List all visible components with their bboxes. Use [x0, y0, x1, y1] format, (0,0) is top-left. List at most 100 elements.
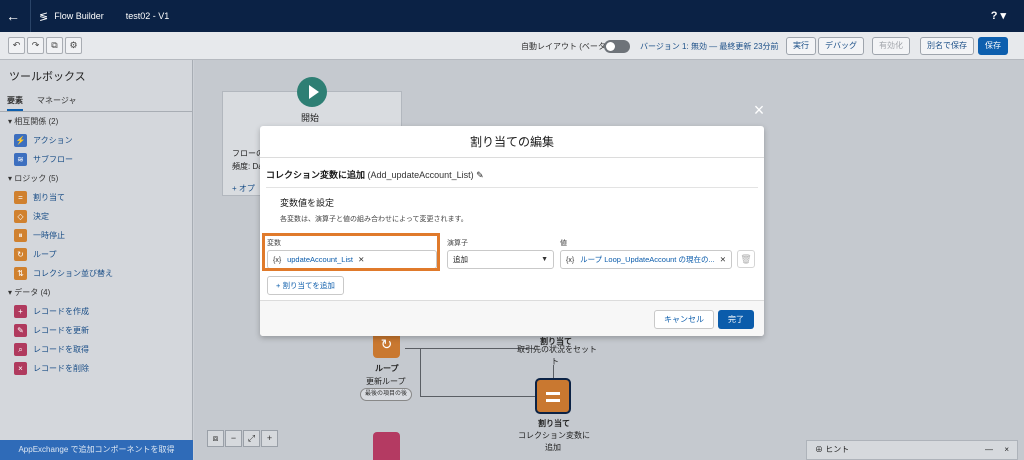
- variable-icon: {x}: [566, 257, 575, 264]
- assignment-node-icon[interactable]: [535, 378, 571, 414]
- fit-view-icon[interactable]: ⧈: [207, 430, 224, 447]
- start-label: 開始: [301, 113, 320, 123]
- toolbox-title: ツールボックス: [9, 71, 86, 83]
- create-record-icon: +: [14, 304, 27, 318]
- connector-vertical: [420, 348, 421, 396]
- edit-pencil-icon[interactable]: ✎: [476, 170, 484, 180]
- close-icon[interactable]: ×: [1004, 441, 1009, 459]
- value-field[interactable]: {x} ループ Loop_UpdateAccount の現在の... ✕: [560, 250, 732, 269]
- modal-footer: キャンセル 完了: [260, 300, 764, 336]
- sidebar-item-label: アクション: [33, 135, 73, 145]
- tab-elements[interactable]: 要素: [7, 95, 23, 111]
- element-api-name: (Add_updateAccount_List): [367, 170, 474, 180]
- version-status: バージョン 1: 無効 — 最終更新 23分前: [640, 42, 779, 51]
- save-button[interactable]: 保存: [978, 37, 1008, 55]
- loop-after-last-pill: 最後の項目の後: [360, 388, 413, 401]
- update-record-icon: ✎: [14, 323, 27, 337]
- flow-builder-logo-icon: ≶: [39, 10, 49, 23]
- hint-panel[interactable]: ⊕ ヒント — ×: [806, 440, 1018, 460]
- back-arrow-icon[interactable]: ←: [0, 8, 26, 24]
- activate-button[interactable]: 有効化: [872, 37, 910, 55]
- sidebar-item-get-records[interactable]: ⌕ レコードを取得: [14, 342, 89, 356]
- sidebar-item-decision[interactable]: ◇ 決定: [14, 209, 49, 223]
- value-pill[interactable]: ループ Loop_UpdateAccount の現在の...: [580, 255, 715, 264]
- sidebar-item-label: ループ: [33, 249, 57, 259]
- connector-assign-out: [420, 396, 536, 397]
- add-assignment-button[interactable]: + 割り当てを追加: [267, 276, 344, 295]
- update-record-node[interactable]: [373, 432, 400, 460]
- sidebar-item-delete-records[interactable]: × レコードを削除: [14, 361, 89, 375]
- sidebar-item-label: 割り当て: [33, 192, 65, 202]
- sidebar-item-action[interactable]: ⚡ アクション: [14, 133, 73, 147]
- sidebar-item-assignment[interactable]: = 割り当て: [14, 190, 65, 204]
- delete-record-icon: ×: [14, 361, 27, 375]
- sidebar-item-label: サブフロー: [33, 154, 73, 164]
- zoom-in-icon[interactable]: +: [261, 430, 278, 447]
- section-logic[interactable]: ▾ ロジック (5): [8, 173, 58, 184]
- remove-value-icon[interactable]: ✕: [720, 255, 726, 264]
- hint-icon: ⊕: [815, 445, 826, 454]
- zoom-out-icon[interactable]: −: [225, 430, 242, 447]
- toolbox-tabs: 要素 マネージャ: [0, 90, 193, 112]
- settings-gear-icon[interactable]: ⚙: [65, 37, 82, 54]
- auto-layout-toggle[interactable]: [604, 40, 630, 53]
- operator-select[interactable]: 追加 ▼: [447, 250, 554, 269]
- sidebar-item-loop[interactable]: ↻ ループ: [14, 247, 57, 261]
- edit-tools: ↶ ↷ ⧉ ⚙: [8, 37, 84, 54]
- sidebar-item-create-records[interactable]: + レコードを作成: [14, 304, 89, 318]
- element-type-label: コレクション変数に追加: [266, 170, 366, 180]
- delete-row-trash-icon[interactable]: 🗑: [737, 250, 755, 268]
- loop-icon: ↻: [14, 247, 27, 261]
- lightning-icon: ⚡: [14, 133, 27, 147]
- sidebar-item-label: 決定: [33, 211, 49, 221]
- sidebar-item-subflow[interactable]: ≋ サブフロー: [14, 152, 73, 166]
- toolbar: ↶ ↷ ⧉ ⚙ 自動レイアウト (ベータ) バージョン 1: 無効 — 最終更新…: [0, 32, 1024, 60]
- debug-button[interactable]: デバッグ: [818, 37, 864, 55]
- chevron-down-icon: ▼: [541, 256, 548, 263]
- sidebar-item-update-records[interactable]: ✎ レコードを更新: [14, 323, 89, 337]
- header-divider: [30, 0, 31, 32]
- toolbox-panel: ツールボックス 要素 マネージャ ▾ 相互関係 (2) ⚡ アクション ≋ サブ…: [0, 60, 193, 460]
- operator-column-label: 演算子: [447, 240, 468, 247]
- modal-title: 割り当ての編集: [260, 126, 764, 158]
- assign-top-sub2: ト: [551, 357, 559, 366]
- start-node-icon[interactable]: [297, 77, 327, 107]
- loop-node-label: ループ: [375, 364, 399, 373]
- assign-top-sub: 取引先の状況をセット: [517, 345, 597, 354]
- tab-manager[interactable]: マネージャ: [37, 95, 76, 106]
- start-card-options-link[interactable]: + オプ: [232, 183, 255, 194]
- flow-title: test02 - V1: [125, 11, 170, 21]
- expand-icon[interactable]: ⤢: [243, 430, 260, 447]
- appexchange-link[interactable]: AppExchange で追加コンポーネントを取得: [0, 440, 193, 460]
- set-variable-values-desc: 各変数は、演算子と値の組み合わせによって変更されます。: [280, 216, 468, 223]
- modal-close-icon[interactable]: ×: [751, 101, 767, 119]
- sidebar-item-label: レコードを作成: [33, 306, 89, 316]
- decision-icon: ◇: [14, 209, 27, 223]
- undo-icon[interactable]: ↶: [8, 37, 25, 54]
- sidebar-item-label: レコードを取得: [33, 344, 89, 354]
- hint-label: ヒント: [825, 445, 850, 454]
- assign-node-label: 割り当て: [538, 419, 570, 428]
- sidebar-item-label: 一時停止: [33, 230, 65, 240]
- sidebar-item-pause[interactable]: ⏸ 一時停止: [14, 228, 65, 242]
- copy-icon[interactable]: ⧉: [46, 37, 63, 54]
- assignment-icon: =: [14, 190, 27, 204]
- done-button[interactable]: 完了: [718, 310, 754, 329]
- sidebar-item-collection-sort[interactable]: ⇅ コレクション並び替え: [14, 266, 113, 280]
- redo-icon[interactable]: ↷: [27, 37, 44, 54]
- cancel-button[interactable]: キャンセル: [654, 310, 714, 329]
- sidebar-item-label: コレクション並び替え: [33, 268, 113, 278]
- annotation-highlight-box: [262, 233, 440, 271]
- global-header: ← ≶ Flow Builder test02 - V1 ? ▾: [0, 0, 1024, 32]
- help-menu-button[interactable]: ? ▾: [991, 9, 1006, 22]
- section-data[interactable]: ▾ データ (4): [8, 287, 50, 298]
- sidebar-item-label: レコードを更新: [33, 325, 89, 335]
- run-button[interactable]: 実行: [786, 37, 816, 55]
- minimize-icon[interactable]: —: [985, 441, 993, 459]
- sidebar-item-label: レコードを削除: [33, 363, 89, 373]
- assign-node-sub2: 追加: [545, 443, 561, 452]
- assign-node-sub: コレクション変数に: [518, 431, 590, 440]
- modal-divider: [266, 187, 758, 188]
- section-interactions[interactable]: ▾ 相互関係 (2): [8, 116, 58, 127]
- save-as-button[interactable]: 別名で保存: [920, 37, 974, 55]
